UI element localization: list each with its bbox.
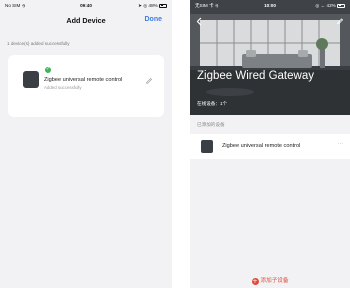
sub-device-row[interactable]: Zigbee universal remote control ··· xyxy=(190,134,350,159)
device-name: Zigbee universal remote control xyxy=(44,77,123,83)
battery-icon xyxy=(337,3,345,8)
gateway-name: Zigbee Wired Gateway xyxy=(197,70,314,82)
add-sub-device-label: 添加子设备 xyxy=(260,278,289,284)
add-device-screen: No SIM ⨵ 09:40 ➤ ◎ 48% Add Device Done 1… xyxy=(0,0,172,288)
sub-device-image xyxy=(201,140,213,153)
add-sub-device-button[interactable]: + 添加子设备 xyxy=(190,276,350,285)
room-photo xyxy=(190,0,350,115)
more-icon[interactable]: ··· xyxy=(337,141,344,147)
add-icon: + xyxy=(251,277,259,285)
nav-bar: Add Device Done xyxy=(0,13,172,27)
battery-icon xyxy=(159,3,167,8)
status-bar: No SIM ⨵ 09:40 ➤ ◎ 48% xyxy=(0,0,172,11)
device-image xyxy=(23,71,39,88)
edit-icon[interactable] xyxy=(336,17,344,26)
battery-status: ◎ ← 42% xyxy=(315,3,345,9)
success-notice: 1 device(s) added successfully xyxy=(7,41,70,46)
success-check-icon: ✓ xyxy=(44,66,52,74)
sub-device-name: Zigbee universal remote control xyxy=(222,143,301,149)
device-card: ✓ Zigbee universal remote control Added … xyxy=(8,55,164,117)
device-status: Added successfully xyxy=(44,85,82,90)
online-device-count: 在线设备：1个 xyxy=(197,101,228,106)
added-devices-section-title: 已添加的设备 xyxy=(197,122,225,127)
room-background-image: 无SIM 卡 ⨵ 10:00 ◎ ← 42% Zigbee Wired Gate… xyxy=(190,0,350,115)
battery-status: ➤ ◎ 48% xyxy=(138,3,167,9)
edit-pencil-icon[interactable] xyxy=(145,77,153,85)
done-button[interactable]: Done xyxy=(145,16,163,23)
battery-label: ➤ ◎ 48% xyxy=(138,3,158,8)
gateway-detail-screen: 无SIM 卡 ⨵ 10:00 ◎ ← 42% Zigbee Wired Gate… xyxy=(190,0,350,288)
battery-label: ◎ ← 42% xyxy=(315,3,336,8)
status-bar: 无SIM 卡 ⨵ 10:00 ◎ ← 42% xyxy=(190,0,350,11)
back-icon[interactable] xyxy=(195,17,203,26)
